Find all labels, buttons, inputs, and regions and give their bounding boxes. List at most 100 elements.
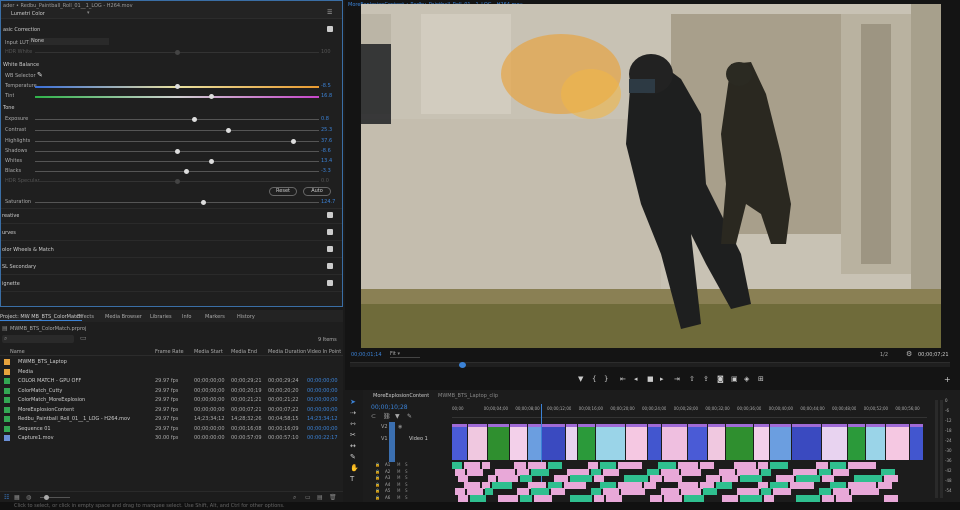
tab-effects[interactable]: Effects — [77, 314, 94, 320]
hdr-specular-knob[interactable] — [175, 179, 180, 184]
saturation-track[interactable] — [35, 202, 319, 203]
track-label-a2[interactable]: A2 — [385, 469, 390, 474]
audio-clip[interactable] — [764, 494, 774, 502]
video-clip[interactable] — [566, 424, 577, 460]
tone-heading[interactable]: Tone — [3, 105, 15, 111]
track-label-a3[interactable]: A3 — [385, 475, 390, 480]
track-label-a4[interactable]: A4 — [385, 482, 390, 487]
solo-track-button[interactable]: S — [405, 482, 408, 487]
mark-in-icon[interactable]: { — [592, 375, 596, 383]
blacks-knob[interactable] — [183, 169, 189, 174]
curves-checkbox[interactable] — [327, 229, 333, 235]
audio-clip[interactable] — [664, 494, 682, 502]
label-color-swatch[interactable] — [4, 416, 10, 422]
video-clip[interactable] — [468, 424, 487, 460]
audio-clip[interactable] — [492, 481, 512, 489]
audio-clip[interactable] — [848, 462, 876, 469]
audio-clip[interactable] — [796, 494, 820, 502]
col-media-end[interactable]: Media End — [231, 349, 257, 355]
track-label-a6[interactable]: A6 — [385, 495, 390, 500]
video-clip[interactable] — [848, 424, 865, 460]
audio-clip[interactable] — [884, 494, 898, 502]
video-clip[interactable] — [822, 424, 847, 460]
eyedropper-icon[interactable]: ✎ — [37, 71, 43, 79]
video-clip[interactable] — [910, 424, 923, 460]
saturation-value[interactable]: 124.7 — [321, 199, 335, 205]
chevron-down-icon[interactable]: ▾ — [87, 10, 90, 16]
hdr-white-knob[interactable] — [175, 50, 180, 55]
saturation-knob[interactable] — [200, 200, 206, 205]
panel-menu-icon[interactable]: ☰ — [327, 9, 332, 16]
audio-clip[interactable] — [833, 468, 849, 476]
tint-value[interactable]: 16.8 — [321, 93, 332, 99]
col-name[interactable]: Name — [10, 349, 25, 355]
audio-clip[interactable] — [681, 468, 701, 476]
exposure-value[interactable]: 0.8 — [321, 116, 329, 122]
lock-track-icon[interactable]: 🔒 — [375, 462, 380, 467]
video-clip[interactable] — [866, 424, 885, 460]
contrast-value[interactable]: 25.3 — [321, 127, 332, 133]
project-list-item[interactable]: ColorMatch_MoreExplosion 29.97 fps 00;00;0… — [0, 396, 343, 405]
audio-clip[interactable] — [790, 481, 814, 489]
contrast-track[interactable] — [35, 130, 319, 131]
temperature-knob[interactable] — [175, 84, 180, 89]
label-color-swatch[interactable] — [4, 425, 10, 432]
folder-icon[interactable]: ▭ — [80, 334, 87, 342]
mark-out-icon[interactable]: } — [604, 375, 608, 383]
exposure-track[interactable] — [35, 119, 319, 120]
project-list-item[interactable]: Redbu_Paintball_Roll_01__1_LOG - H264.mo… — [0, 415, 343, 424]
video-clip[interactable] — [770, 424, 791, 460]
blacks-track[interactable] — [35, 171, 319, 172]
section-hsl-secondary[interactable]: SL Secondary — [2, 264, 36, 270]
freeform-view-icon[interactable]: ◍ — [26, 494, 31, 501]
lock-track-icon[interactable]: 🔒 — [375, 482, 380, 487]
audio-clip[interactable] — [770, 462, 788, 469]
new-bin-icon[interactable]: ▭ — [305, 494, 311, 501]
audio-clip[interactable] — [761, 468, 771, 476]
hsl-secondary-checkbox[interactable] — [327, 263, 333, 269]
label-color-swatch[interactable] — [4, 359, 10, 365]
lock-track-icon[interactable]: 🔒 — [375, 469, 380, 474]
label-color-swatch[interactable] — [4, 397, 10, 403]
label-color-swatch[interactable] — [4, 406, 10, 413]
blacks-value[interactable]: -3.3 — [321, 168, 331, 174]
ripple-edit-tool-icon[interactable]: ⇿ — [350, 420, 356, 428]
audio-clip[interactable] — [722, 494, 738, 502]
go-to-in-icon[interactable]: ⇤ — [620, 375, 626, 383]
resolution-select[interactable]: 1/2 — [880, 352, 888, 358]
type-tool-icon[interactable]: T — [350, 475, 354, 483]
audio-clip[interactable] — [564, 481, 586, 489]
timeline-timecode[interactable]: 00;00;10;28 — [371, 404, 408, 411]
audio-clip[interactable] — [551, 488, 565, 495]
audio-clip[interactable] — [531, 468, 549, 476]
fit-select[interactable]: Fit ▾ — [390, 351, 420, 358]
v1-source-patch[interactable] — [389, 422, 395, 462]
audio-clip[interactable] — [836, 494, 852, 502]
razor-tool-icon[interactable]: ✂ — [350, 431, 356, 439]
video-clip[interactable] — [726, 424, 753, 460]
contrast-knob[interactable] — [226, 128, 232, 133]
highlights-knob[interactable] — [291, 139, 297, 144]
trash-icon[interactable]: 🗑 — [329, 494, 337, 501]
project-list-item[interactable]: COLOR MATCH - GPU OFF 29.97 fps 00;00;00;0… — [0, 377, 343, 386]
audio-clip[interactable] — [700, 462, 714, 469]
lock-track-icon[interactable]: 🔒 — [375, 495, 380, 500]
audio-clip[interactable] — [534, 494, 552, 502]
solo-track-button[interactable]: S — [405, 495, 408, 500]
pen-tool-icon[interactable]: ✎ — [350, 453, 356, 461]
video-clip[interactable] — [662, 424, 687, 460]
audio-clip[interactable] — [485, 488, 493, 495]
audio-clip[interactable] — [650, 494, 662, 502]
label-color-swatch[interactable] — [4, 368, 10, 375]
lift-icon[interactable]: ⇧ — [689, 375, 695, 383]
play-icon[interactable]: ■ — [647, 375, 654, 383]
track-label-v1[interactable]: V1 — [381, 436, 388, 442]
project-list-item[interactable]: ColorMatch_Cutty 29.97 fps 00;00;00;00 00;0… — [0, 387, 343, 396]
add-marker-icon[interactable]: ▼ — [395, 413, 400, 420]
mute-track-button[interactable]: M — [397, 482, 400, 487]
audio-clip[interactable] — [644, 481, 656, 489]
white-balance-heading[interactable]: White Balance — [3, 62, 39, 68]
section-color-wheels[interactable]: olor Wheels & Match — [2, 247, 54, 253]
col-media-duration[interactable]: Media Duration — [268, 349, 306, 355]
track-label-a1[interactable]: A1 — [385, 462, 390, 467]
